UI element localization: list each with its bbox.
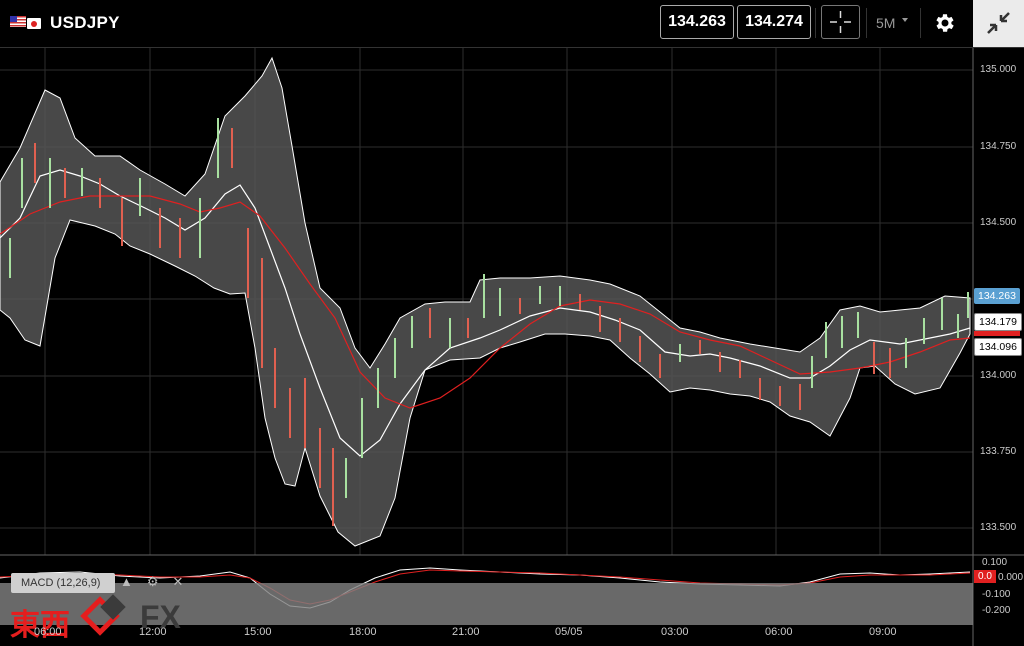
chevron-down-icon: [902, 18, 908, 22]
time-tick: 03:00: [661, 626, 689, 638]
macd-tick: 0.100: [982, 557, 1008, 568]
symbol-name[interactable]: USDJPY: [50, 13, 120, 33]
bid-price-button[interactable]: 134.263: [660, 5, 734, 39]
macd-tick: -0.100: [982, 589, 1011, 600]
japan-flag-icon: [27, 18, 41, 29]
price-tick: 134.750: [980, 141, 1017, 152]
chart-toolbar: USDJPY 134.263 134.274 5M: [0, 0, 1024, 48]
crosshair-icon: [830, 11, 851, 33]
time-tick: 18:00: [349, 626, 377, 638]
exit-fullscreen-icon: [987, 12, 1010, 34]
price-tick: 133.500: [980, 522, 1017, 533]
time-tick: 09:00: [869, 626, 897, 638]
macd-tick: -0.200: [982, 605, 1011, 616]
price-chart[interactable]: [0, 48, 1024, 646]
timeframe-dropdown[interactable]: 5M: [876, 15, 895, 31]
gear-icon[interactable]: [933, 11, 957, 35]
us-flag-icon: [10, 16, 26, 27]
time-tick: 05/05: [555, 626, 583, 638]
macd-indicator-label[interactable]: MACD (12,26,9): [11, 573, 115, 593]
gear-icon[interactable]: ⚙: [147, 574, 159, 589]
upper-ma-tag: 134.179: [974, 313, 1022, 331]
crosshair-button[interactable]: [821, 5, 860, 39]
toolbar-divider: [815, 8, 816, 38]
macd-value-tag: 0.0: [974, 570, 996, 583]
lower-ma-tag: 134.096: [974, 338, 1022, 356]
ma-marker: [974, 331, 1020, 336]
time-tick: 06:00: [34, 626, 62, 638]
time-tick: 21:00: [452, 626, 480, 638]
price-tick: 134.000: [980, 370, 1017, 381]
time-tick: 12:00: [139, 626, 167, 638]
time-tick: 15:00: [244, 626, 272, 638]
time-tick: 06:00: [765, 626, 793, 638]
toolbar-divider: [920, 8, 921, 38]
ask-price-button[interactable]: 134.274: [737, 5, 811, 39]
close-icon[interactable]: ✕: [173, 574, 184, 589]
toolbar-divider: [866, 8, 867, 38]
current-price-tag: 134.263: [974, 288, 1020, 304]
price-tick: 135.000: [980, 64, 1017, 75]
macd-tick: 0.000: [998, 572, 1024, 583]
indicator-tools: ▲ ⚙ ✕: [120, 574, 197, 590]
price-tick: 133.750: [980, 446, 1017, 457]
price-tick: 134.500: [980, 217, 1017, 228]
exit-fullscreen-button[interactable]: [973, 0, 1024, 47]
currency-flags: [10, 16, 41, 30]
move-up-icon[interactable]: ▲: [120, 574, 133, 589]
